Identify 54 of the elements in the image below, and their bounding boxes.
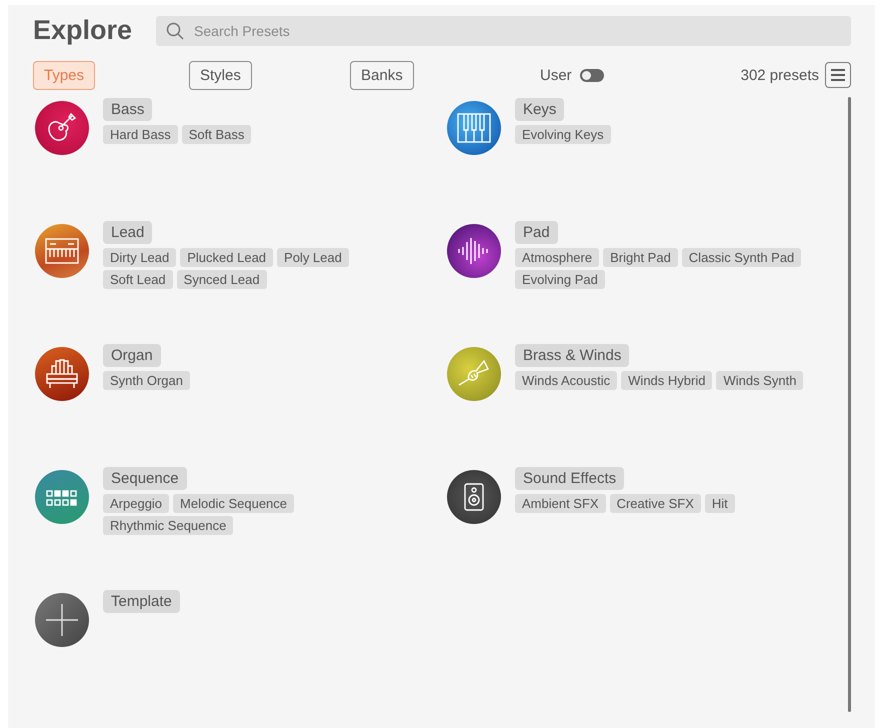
subtype-tag[interactable]: Dirty Lead — [103, 248, 176, 267]
subtype-tag[interactable]: Bright Pad — [603, 248, 678, 267]
category-button[interactable]: Lead — [103, 221, 152, 244]
subtype-tag[interactable]: Soft Bass — [182, 125, 252, 144]
search-field[interactable]: Search Presets — [156, 16, 851, 46]
organ-pipes-icon — [44, 358, 80, 390]
plus-icon — [44, 602, 80, 638]
user-label: User — [540, 66, 572, 84]
category-button[interactable]: Sound Effects — [515, 467, 624, 490]
category-button[interactable]: Pad — [515, 221, 558, 244]
category-image[interactable] — [35, 347, 89, 401]
category-image[interactable] — [35, 224, 89, 278]
filter-tab[interactable]: Banks — [350, 60, 414, 90]
subtype-tag[interactable]: Synced Lead — [176, 270, 267, 289]
subtype-tag[interactable]: Rhythmic Sequence — [103, 516, 234, 535]
scrollbar[interactable] — [848, 97, 851, 712]
category-button[interactable]: Brass & Winds — [515, 344, 630, 367]
menu-icon — [830, 68, 846, 82]
subtype-tag[interactable]: Synth Organ — [103, 371, 190, 390]
search-icon — [166, 22, 184, 40]
category-button[interactable]: Organ — [103, 344, 161, 367]
piano-keys-icon — [456, 112, 492, 144]
subtype-tag[interactable]: Evolving Pad — [515, 270, 605, 289]
category-button[interactable]: Sequence — [103, 467, 187, 490]
subtype-tag[interactable]: Hard Bass — [103, 125, 178, 144]
category-image[interactable] — [447, 224, 501, 278]
menu-button[interactable] — [825, 62, 851, 88]
user-toggle[interactable] — [580, 68, 604, 82]
subtype-tag[interactable]: Classic Synth Pad — [682, 248, 802, 267]
subtype-tag[interactable]: Hit — [704, 494, 735, 513]
subtype-tag[interactable]: Soft Lead — [103, 270, 173, 289]
subtype-tag[interactable]: Plucked Lead — [180, 248, 274, 267]
category-image[interactable] — [447, 470, 501, 524]
filter-tab[interactable]: Styles — [189, 60, 252, 90]
preset-count: 302 presets — [740, 66, 819, 84]
category-image[interactable] — [35, 101, 89, 155]
category-button[interactable]: Keys — [515, 98, 564, 121]
page-title: Explore — [33, 15, 132, 46]
keyboard-icon — [44, 237, 80, 265]
subtype-tag[interactable]: Creative SFX — [610, 494, 701, 513]
subtype-tag[interactable]: Atmosphere — [515, 248, 600, 267]
category-image[interactable] — [35, 593, 89, 647]
subtype-tag[interactable]: Ambient SFX — [515, 494, 606, 513]
subtype-tag[interactable]: Arpeggio — [103, 494, 170, 513]
speaker-icon — [463, 482, 485, 512]
subtype-tag[interactable]: Winds Acoustic — [515, 371, 618, 390]
subtype-tag[interactable]: Poly Lead — [277, 248, 349, 267]
subtype-tag[interactable]: Melodic Sequence — [173, 494, 294, 513]
category-image[interactable] — [447, 101, 501, 155]
subtype-tag[interactable]: Evolving Keys — [515, 125, 611, 144]
subtype-tag[interactable]: Winds Hybrid — [621, 371, 712, 390]
subtype-tag[interactable]: Winds Synth — [716, 371, 804, 390]
category-button[interactable]: Template — [103, 590, 180, 613]
category-button[interactable]: Bass — [103, 98, 152, 121]
